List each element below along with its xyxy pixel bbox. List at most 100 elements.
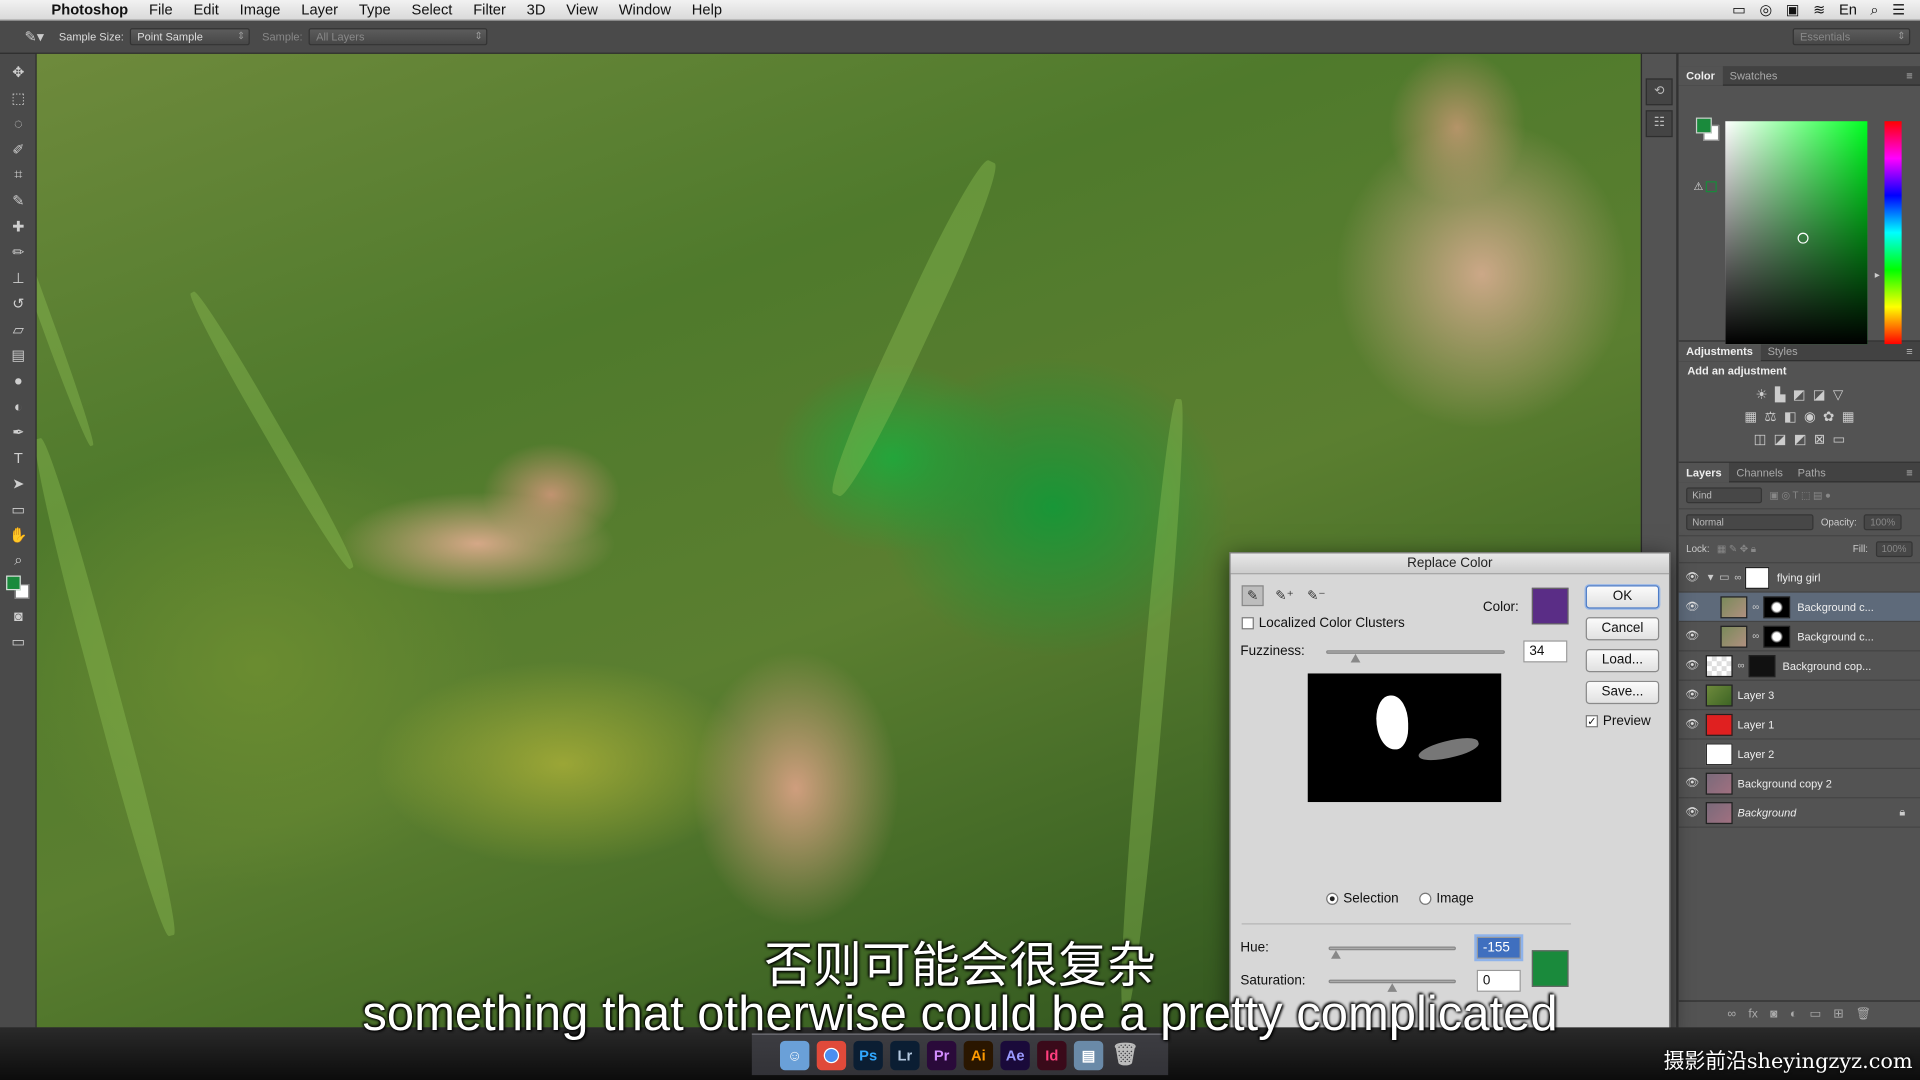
radio-dot[interactable] — [1326, 892, 1339, 905]
cancel-button[interactable]: Cancel — [1585, 617, 1660, 641]
hue-saturation-icon[interactable]: ▦ — [1744, 409, 1757, 425]
posterize-icon[interactable]: ◪ — [1774, 431, 1787, 447]
move-tool-icon[interactable]: ✥ — [0, 59, 37, 85]
lock-icons[interactable]: ▦ ✎ ✥ 🔒︎ — [1717, 543, 1756, 555]
properties-panel-icon[interactable]: ☷ — [1645, 110, 1673, 138]
layer-row[interactable]: 👁︎ Background 🔒︎ — [1678, 798, 1920, 828]
layer-mask-thumb[interactable] — [1745, 566, 1770, 589]
tab-paths[interactable]: Paths — [1790, 466, 1833, 478]
panel-menu-icon[interactable]: ≡ — [1899, 69, 1920, 81]
screen-mode-icon[interactable]: ▭ — [0, 628, 37, 654]
eraser-tool-icon[interactable]: ▱ — [0, 316, 37, 342]
hue-spectrum[interactable] — [1884, 121, 1902, 345]
layer-thumb[interactable] — [1705, 772, 1733, 795]
layer-row[interactable]: · Layer 2 — [1678, 740, 1920, 769]
eyedropper-tool-icon[interactable]: ✎ — [0, 187, 37, 213]
layer-name[interactable]: Background copy 2 — [1738, 777, 1832, 789]
visibility-eye-icon[interactable]: 👁︎ — [1679, 629, 1706, 642]
image-radio[interactable]: Image — [1419, 891, 1474, 906]
layer-thumb[interactable] — [1705, 683, 1733, 706]
gamut-swatch[interactable] — [1705, 181, 1717, 193]
notification-list-icon[interactable]: ☰ — [1892, 1, 1905, 18]
airplay-icon[interactable]: ▭ — [1732, 1, 1746, 18]
color-field[interactable] — [1725, 121, 1868, 345]
filter-icons[interactable]: ▣ ◎ T ⬚ ▤ ● — [1769, 490, 1830, 501]
checkbox-box-checked[interactable]: ✓ — [1585, 715, 1598, 728]
color-balance-icon[interactable]: ⚖ — [1764, 409, 1776, 425]
layer-thumb[interactable] — [1705, 654, 1733, 677]
layer-name[interactable]: Background c... — [1797, 630, 1874, 642]
tab-channels[interactable]: Channels — [1729, 466, 1790, 478]
history-panel-icon[interactable]: ⟲ — [1645, 78, 1673, 106]
menu-edit[interactable]: Edit — [193, 1, 218, 18]
layer-name[interactable]: flying girl — [1777, 571, 1820, 583]
menu-window[interactable]: Window — [619, 1, 671, 18]
eyedropper-plus-icon[interactable]: ✎⁺ — [1273, 585, 1295, 606]
layer-row[interactable]: 👁︎ Layer 3 — [1678, 681, 1920, 711]
quick-select-tool-icon[interactable]: ✐ — [0, 136, 37, 162]
threshold-icon[interactable]: ◩ — [1794, 431, 1807, 447]
layer-mask-thumb[interactable] — [1762, 625, 1790, 648]
color-swatches[interactable] — [0, 573, 37, 602]
tab-layers[interactable]: Layers — [1678, 462, 1730, 482]
workspace-select[interactable]: Essentials — [1792, 28, 1911, 46]
menu-app-photoshop[interactable]: Photoshop — [51, 1, 128, 18]
layer-mask-thumb[interactable] — [1748, 654, 1776, 677]
layer-thumb[interactable] — [1720, 625, 1748, 648]
lasso-tool-icon[interactable]: ◌ — [0, 110, 37, 136]
marquee-tool-icon[interactable]: ⬚ — [0, 84, 37, 110]
menu-layer[interactable]: Layer — [301, 1, 338, 18]
sample-size-select[interactable]: Point Sample — [129, 28, 250, 46]
brightness-icon[interactable]: ☀ — [1756, 387, 1768, 403]
shape-tool-icon[interactable]: ▭ — [0, 496, 37, 522]
load-button[interactable]: Load... — [1585, 648, 1660, 673]
visibility-eye-icon[interactable]: 👁︎ — [1679, 806, 1706, 819]
curves-icon[interactable]: ◩ — [1793, 387, 1806, 403]
layer-name[interactable]: Layer 1 — [1738, 718, 1775, 730]
camera-icon[interactable]: ▣ — [1786, 1, 1800, 18]
invert-icon[interactable]: ◫ — [1754, 431, 1767, 447]
trash-icon[interactable]: 🗑︎ — [1111, 1040, 1140, 1069]
visibility-toggle-off[interactable]: · — [1679, 748, 1706, 760]
menu-3d[interactable]: 3D — [527, 1, 546, 18]
gradient-map-icon[interactable]: ▭ — [1832, 431, 1845, 447]
levels-icon[interactable]: ▙ — [1775, 387, 1785, 403]
healing-tool-icon[interactable]: ✚ — [0, 213, 37, 239]
layer-row[interactable]: 👁︎ ∞ Background cop... — [1678, 651, 1920, 681]
quick-mask-icon[interactable]: ◙ — [0, 602, 37, 628]
checkbox-box[interactable] — [1241, 617, 1254, 630]
crop-tool-icon[interactable]: ⌗ — [0, 162, 37, 188]
group-disclosure-icon[interactable]: ▼ — [1706, 572, 1716, 583]
eyedropper-minus-icon[interactable]: ✎⁻ — [1305, 585, 1327, 606]
tab-color[interactable]: Color — [1678, 65, 1723, 86]
visibility-eye-icon[interactable]: 👁︎ — [1679, 776, 1706, 789]
menu-image[interactable]: Image — [240, 1, 281, 18]
stamp-tool-icon[interactable]: ⊥ — [0, 264, 37, 290]
dock-app-ai[interactable]: Ai — [963, 1040, 994, 1070]
menu-select[interactable]: Select — [412, 1, 453, 18]
gradient-tool-icon[interactable]: ▤ — [0, 342, 37, 368]
blur-tool-icon[interactable]: ● — [0, 367, 37, 393]
visibility-eye-icon[interactable]: 👁︎ — [1679, 718, 1706, 731]
tab-swatches[interactable]: Swatches — [1722, 69, 1784, 81]
layer-row[interactable]: 👁︎ ∞ Background c... — [1678, 622, 1920, 652]
layer-thumb[interactable] — [1705, 801, 1733, 824]
creative-cloud-icon[interactable]: ◎ — [1759, 1, 1772, 18]
channel-mixer-icon[interactable]: ✿ — [1823, 409, 1834, 425]
visibility-eye-icon[interactable]: 👁︎ — [1679, 600, 1706, 613]
blend-mode-select[interactable]: Normal — [1686, 514, 1814, 531]
dock-app-ps[interactable]: Ps — [853, 1040, 883, 1070]
eyedropper-icon[interactable]: ✎ — [1241, 585, 1264, 607]
fuzziness-input[interactable]: 34 — [1523, 640, 1568, 663]
pen-tool-icon[interactable]: ✒ — [0, 419, 37, 445]
target-color-swatch[interactable] — [1531, 587, 1569, 625]
black-white-icon[interactable]: ◧ — [1784, 409, 1797, 425]
layer-row[interactable]: 👁︎ Background copy 2 — [1678, 769, 1920, 799]
hue-slider-arrow[interactable]: ▸ — [1875, 269, 1880, 280]
layer-name[interactable]: Background cop... — [1782, 659, 1871, 671]
type-tool-icon[interactable]: T — [0, 444, 37, 470]
color-picker-ring[interactable] — [1797, 232, 1809, 244]
finder-icon[interactable]: ☺ — [780, 1040, 810, 1070]
layer-name[interactable]: Layer 3 — [1738, 689, 1775, 701]
color-lookup-icon[interactable]: ▦ — [1842, 409, 1855, 425]
